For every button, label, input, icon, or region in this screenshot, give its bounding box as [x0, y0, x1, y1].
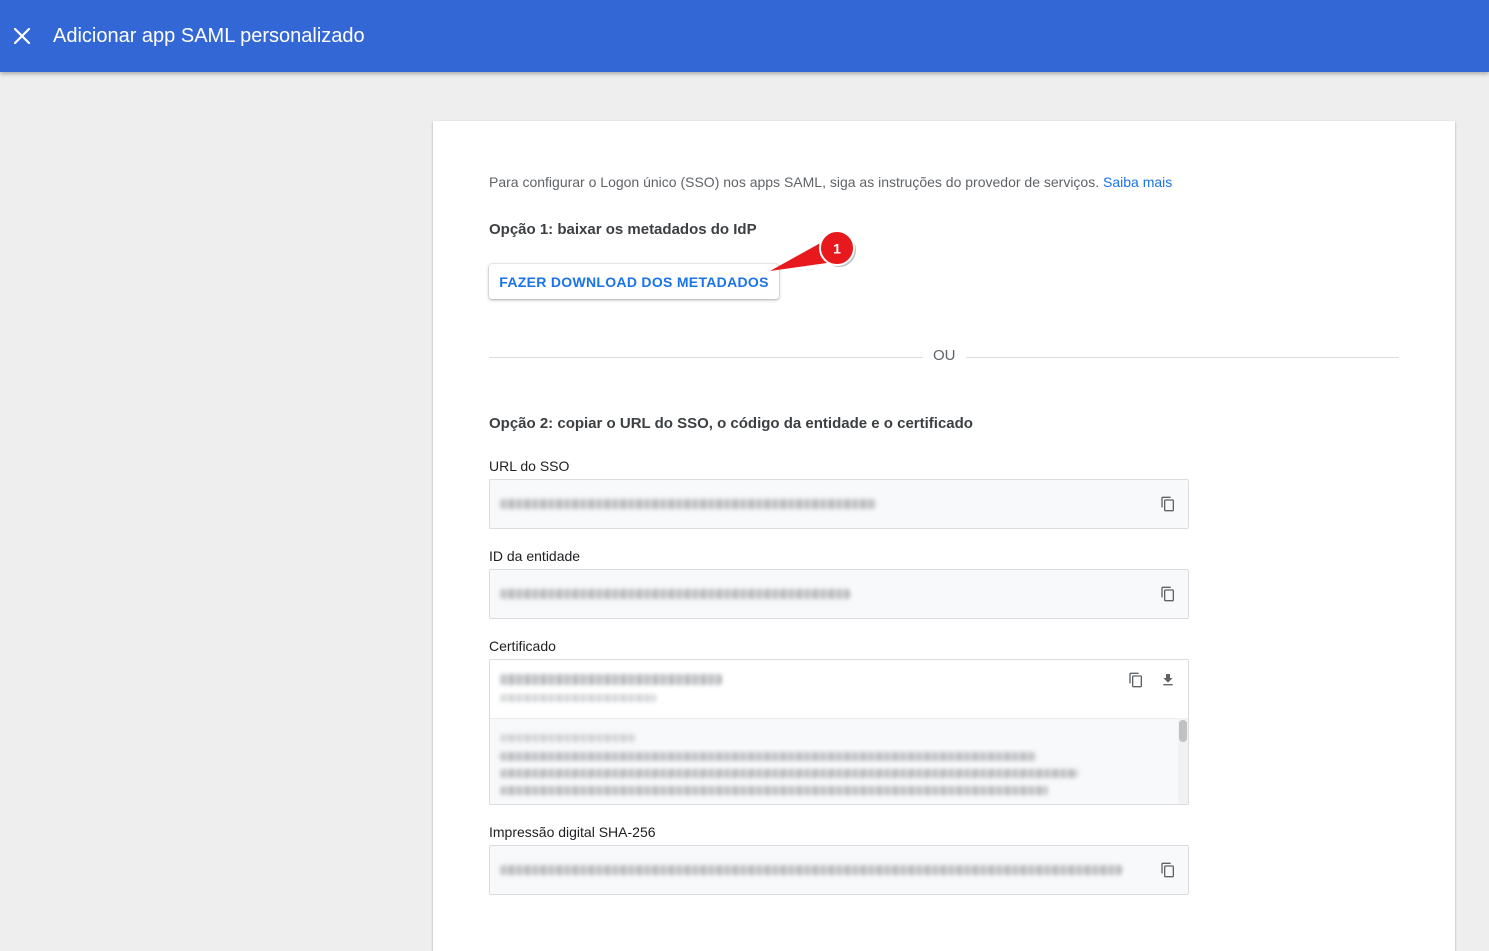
fingerprint-field[interactable] [489, 845, 1189, 895]
copy-button[interactable] [1156, 492, 1180, 516]
copy-button[interactable] [1156, 858, 1180, 882]
copy-button[interactable] [1124, 668, 1148, 692]
copy-icon [1161, 862, 1174, 878]
learn-more-link[interactable]: Saiba mais [1103, 174, 1172, 190]
download-button[interactable] [1156, 668, 1180, 692]
saml-config-card: Para configurar o Logon único (SSO) nos … [433, 121, 1455, 951]
download-icon [1163, 674, 1173, 686]
intro-description: Para configurar o Logon único (SSO) nos … [489, 174, 1100, 190]
redacted-value [500, 589, 850, 599]
copy-icon [1129, 672, 1142, 688]
entity-id-label: ID da entidade [489, 548, 581, 564]
fingerprint-label: Impressão digital SHA-256 [489, 824, 656, 840]
entity-id-field[interactable] [489, 569, 1189, 619]
certificate-field[interactable] [489, 659, 1189, 805]
redacted-value [500, 752, 1036, 761]
redacted-value [500, 694, 656, 702]
copy-icon [1161, 496, 1174, 512]
redacted-value [500, 769, 1078, 778]
or-separator: OU [923, 347, 966, 364]
intro-text: Para configurar o Logon único (SSO) nos … [489, 173, 1172, 191]
scrollbar-thumb[interactable] [1179, 720, 1187, 742]
redacted-value [500, 865, 1122, 875]
close-button[interactable] [8, 22, 36, 50]
certificate-label: Certificado [489, 638, 556, 654]
sso-url-label: URL do SSO [489, 458, 570, 474]
redacted-value [500, 734, 636, 742]
download-metadata-button[interactable]: FAZER DOWNLOAD DOS METADADOS [489, 264, 779, 299]
redacted-value [500, 499, 876, 509]
option1-title: Opção 1: baixar os metadados do IdP [489, 221, 757, 238]
copy-icon [1161, 586, 1174, 602]
redacted-value [500, 786, 1048, 795]
redacted-value [500, 674, 722, 685]
app-bar: Adicionar app SAML personalizado [0, 0, 1489, 72]
close-icon [13, 27, 31, 45]
certificate-summary [490, 660, 1188, 719]
page-title: Adicionar app SAML personalizado [53, 25, 365, 47]
copy-button[interactable] [1156, 582, 1180, 606]
option2-title: Opção 2: copiar o URL do SSO, o código d… [489, 415, 973, 432]
sso-url-field[interactable] [489, 479, 1189, 529]
